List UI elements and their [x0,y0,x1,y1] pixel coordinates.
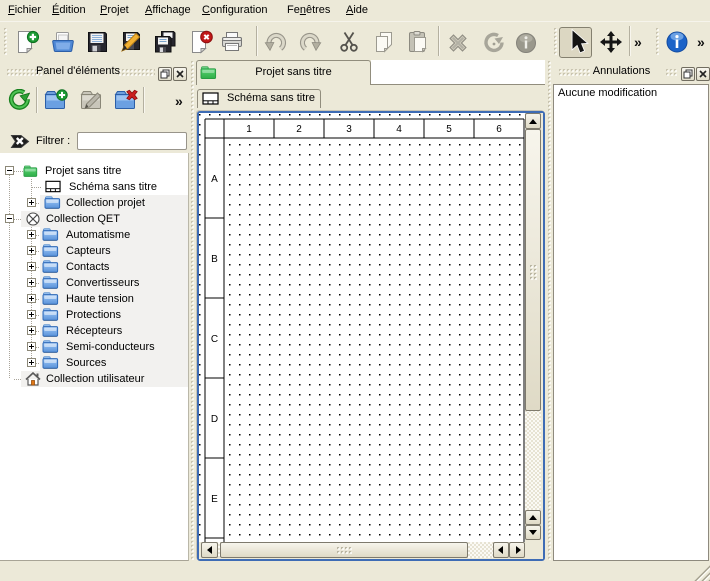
svg-text:A: A [211,174,218,185]
svg-text:2: 2 [296,124,302,135]
svg-text:6: 6 [496,124,502,135]
svg-text:3: 3 [346,124,352,135]
svg-text:D: D [211,414,218,425]
svg-text:4: 4 [396,124,402,135]
svg-text:E: E [211,494,218,505]
svg-text:C: C [211,334,218,345]
svg-text:5: 5 [446,124,452,135]
svg-text:B: B [211,254,218,265]
svg-text:1: 1 [246,124,252,135]
